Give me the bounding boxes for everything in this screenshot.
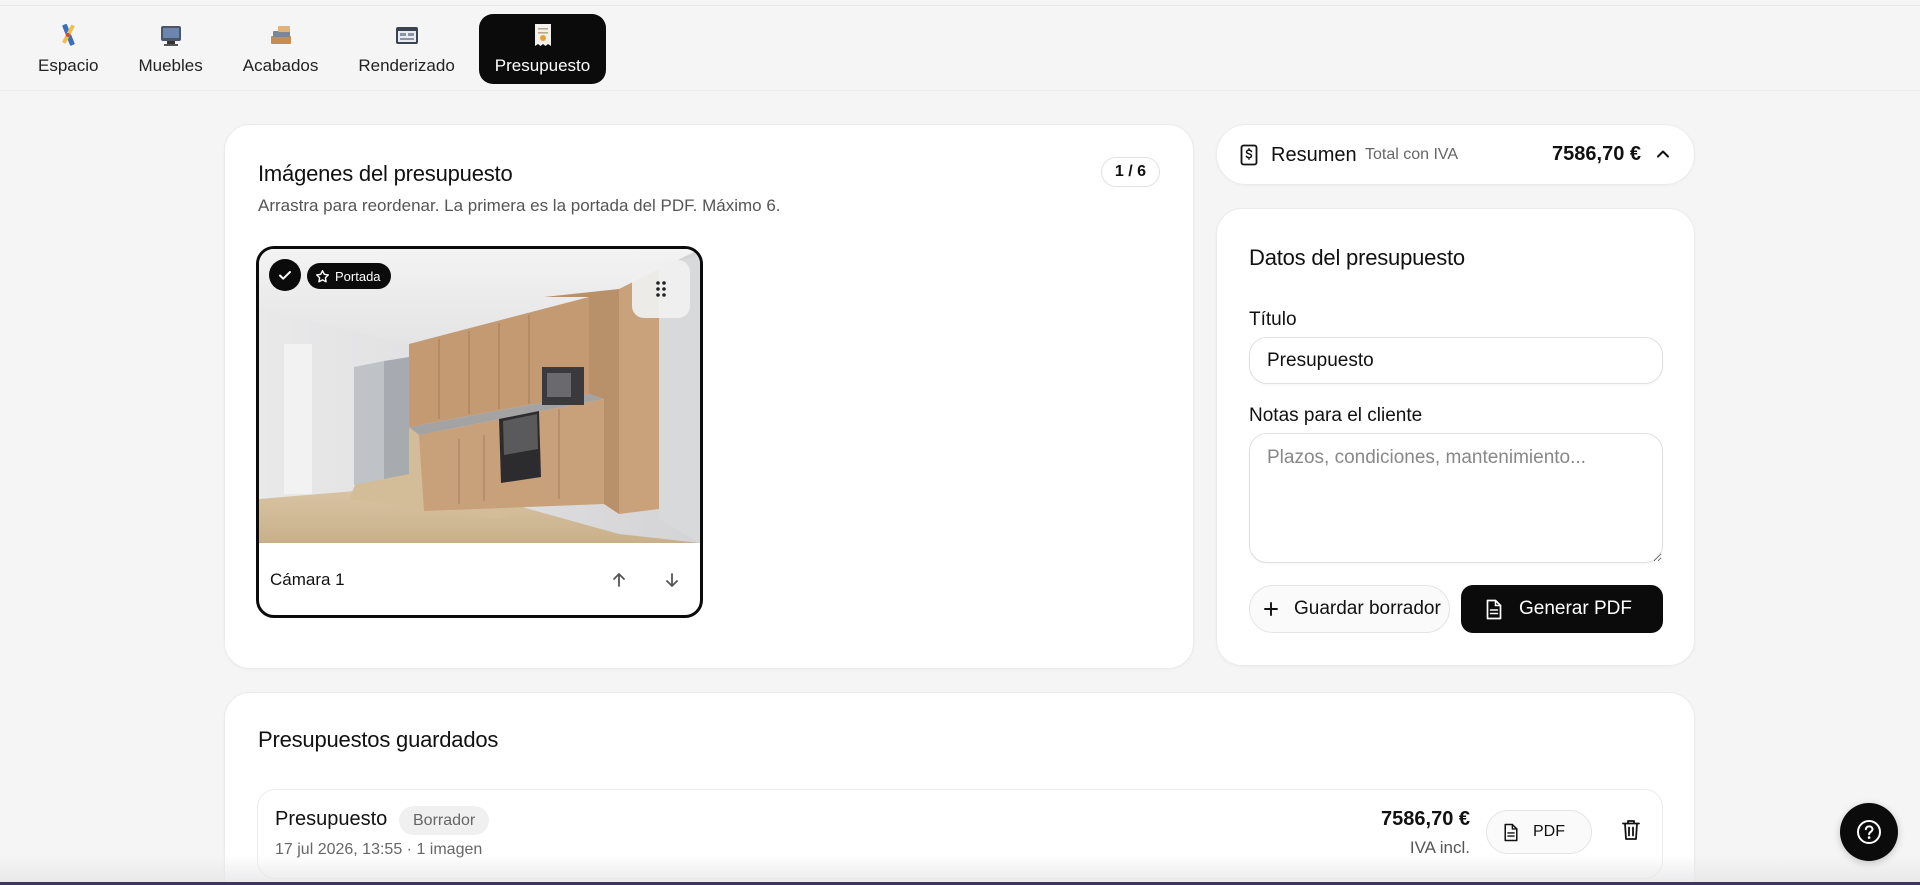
drag-handle[interactable] xyxy=(632,260,690,318)
camera-label: Cámara 1 xyxy=(270,570,345,589)
tabs-divider xyxy=(0,90,1920,91)
images-title: Imágenes del presupuesto xyxy=(258,161,513,186)
finishes-icon xyxy=(270,26,291,44)
save-draft-label: Guardar borrador xyxy=(1294,598,1441,619)
summary-subtitle: Total con IVA xyxy=(1365,146,1459,163)
status-badge: Borrador xyxy=(399,806,490,835)
pdf-label: PDF xyxy=(1533,823,1565,840)
tab-label: Acabados xyxy=(242,56,319,75)
plus-icon xyxy=(1264,602,1278,616)
module-tabs: Espacio Muebles Acabados Renderizado Pre… xyxy=(22,14,607,84)
ruler-pencil-icon xyxy=(62,23,75,46)
cover-label: Portada xyxy=(335,268,381,284)
images-counter: 1 / 6 xyxy=(1100,157,1160,187)
budget-details-card: Datos del presupuesto Título Notas para … xyxy=(1216,208,1695,666)
cover-badge: Portada xyxy=(307,263,391,289)
tab-espacio[interactable]: Espacio xyxy=(22,14,114,84)
budget-title: Presupuesto xyxy=(275,808,388,830)
tab-presupuesto[interactable]: Presupuesto xyxy=(478,14,607,84)
receipt-icon xyxy=(534,24,551,46)
star-icon xyxy=(315,269,330,282)
generate-pdf-button[interactable]: Generar PDF xyxy=(1461,585,1663,633)
tab-label: Muebles xyxy=(138,56,203,75)
notes-field-label: Notas para el cliente xyxy=(1249,405,1423,426)
tab-label: Presupuesto xyxy=(494,56,591,75)
furniture-icon xyxy=(160,26,181,46)
images-subtitle: Arrastra para reordenar. La primera es l… xyxy=(258,196,781,215)
arrow-up-icon xyxy=(613,573,625,587)
summary-total: 7586,70 € xyxy=(1552,143,1641,165)
document-icon xyxy=(1504,823,1518,841)
summary-bar[interactable]: Resumen Total con IVA 7586,70 € xyxy=(1216,124,1695,185)
move-down-button[interactable] xyxy=(652,560,692,600)
grip-icon xyxy=(656,281,666,297)
render-icon xyxy=(395,27,418,44)
download-pdf-button[interactable]: PDF xyxy=(1486,810,1592,854)
chevron-up-icon[interactable] xyxy=(1654,145,1672,163)
tab-acabados[interactable]: Acabados xyxy=(227,14,335,84)
saved-heading: Presupuestos guardados xyxy=(258,727,499,752)
tab-muebles[interactable]: Muebles xyxy=(122,14,218,84)
document-icon xyxy=(1486,599,1502,619)
tab-label: Espacio xyxy=(38,56,99,75)
details-heading: Datos del presupuesto xyxy=(1249,245,1465,270)
help-button[interactable] xyxy=(1840,803,1898,861)
budget-amount: 7586,70 € xyxy=(1381,808,1470,830)
notes-textarea[interactable] xyxy=(1249,433,1663,563)
tab-renderizado[interactable]: Renderizado xyxy=(342,14,470,84)
image-thumbnail[interactable]: Portada Cámara 1 xyxy=(256,246,703,618)
tab-label: Renderizado xyxy=(358,56,455,75)
arrow-down-icon xyxy=(666,573,678,587)
move-up-button[interactable] xyxy=(599,560,639,600)
title-field-label: Título xyxy=(1249,309,1297,330)
save-draft-button[interactable]: Guardar borrador xyxy=(1249,585,1450,633)
generate-pdf-label: Generar PDF xyxy=(1519,598,1632,619)
trash-icon[interactable] xyxy=(1620,818,1642,842)
invoice-dollar-icon xyxy=(1240,144,1258,166)
bottom-fade xyxy=(0,855,1920,885)
title-input[interactable] xyxy=(1249,337,1663,384)
selected-check-icon[interactable] xyxy=(269,259,301,291)
top-divider xyxy=(0,5,1920,6)
budget-images-card: Imágenes del presupuesto Arrastra para r… xyxy=(224,124,1194,669)
summary-title: Resumen xyxy=(1271,144,1357,166)
help-icon xyxy=(1857,820,1881,844)
